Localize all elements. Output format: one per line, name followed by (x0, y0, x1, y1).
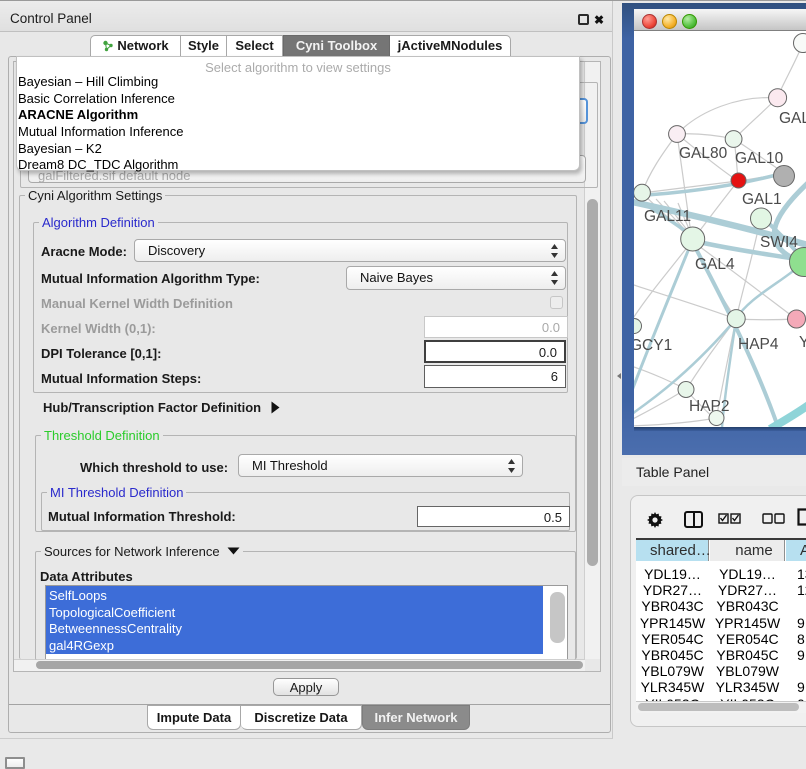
svg-text:GAL2: GAL2 (779, 110, 806, 127)
svg-text:HAP4: HAP4 (738, 336, 779, 353)
svg-text:GAL80: GAL80 (679, 145, 728, 162)
svg-text:GCY1: GCY1 (634, 337, 672, 354)
svg-text:GAL10: GAL10 (735, 150, 784, 167)
svg-text:Y: Y (799, 334, 806, 351)
svg-text:GAL11: GAL11 (644, 208, 691, 225)
svg-text:HAP2: HAP2 (689, 398, 730, 415)
svg-text:SWI4: SWI4 (760, 234, 798, 251)
svg-text:GAL4: GAL4 (695, 256, 735, 273)
svg-text:GAL1: GAL1 (742, 191, 782, 208)
